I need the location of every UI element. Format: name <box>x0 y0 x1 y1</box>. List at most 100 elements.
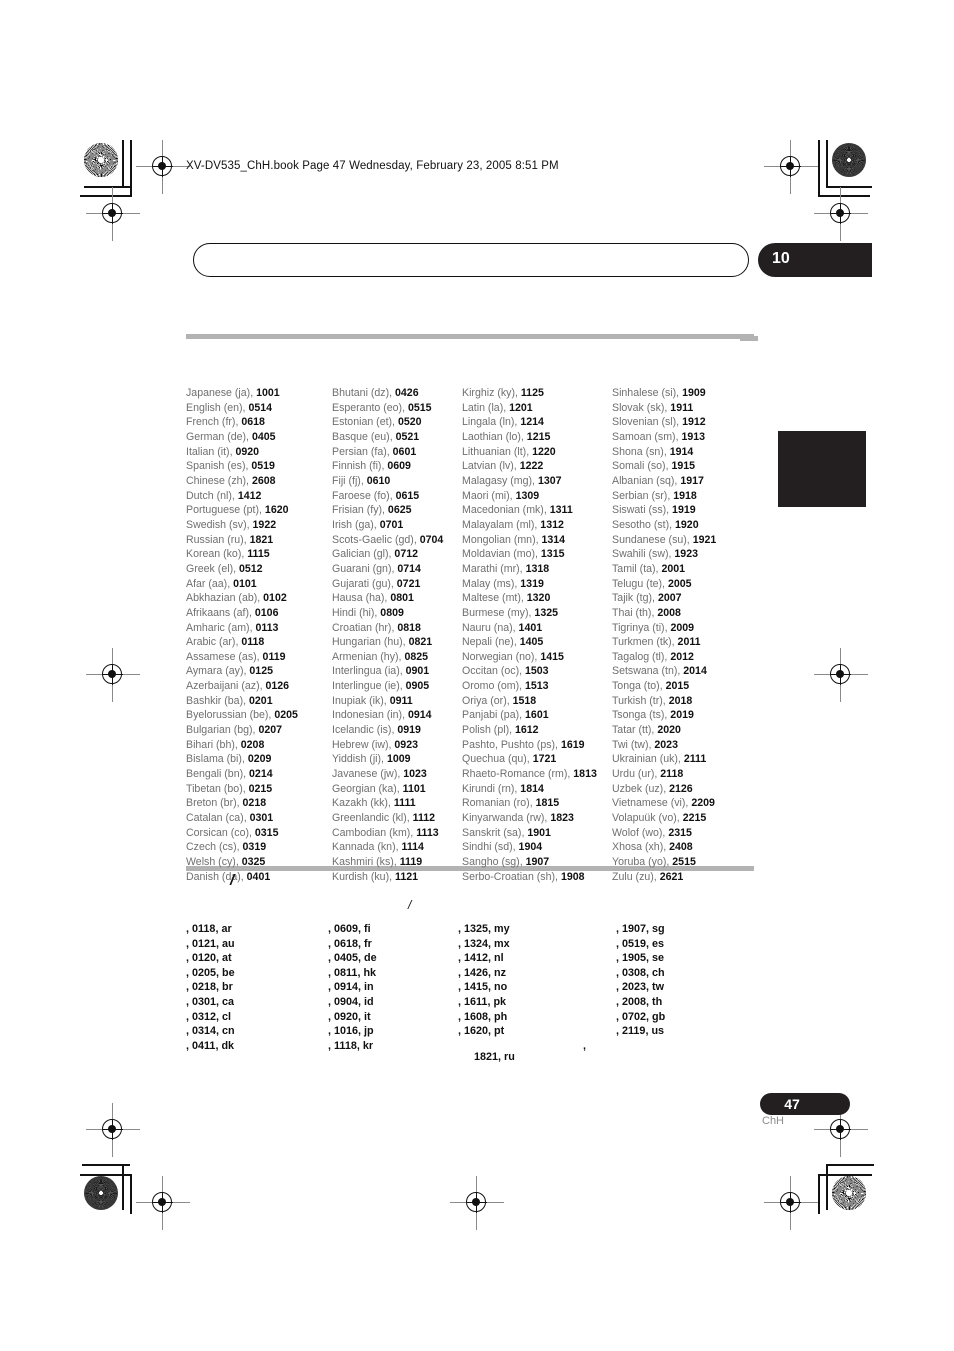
language-code: 1112 <box>412 812 436 825</box>
language-entry: Sinhalese (si), 1909 <box>612 386 764 401</box>
registration-target-left-upper <box>86 187 140 241</box>
printed-page: XV-DV535_ChH.book Page 47 Wednesday, Feb… <box>0 0 954 1351</box>
country-abbr: it <box>364 1010 371 1023</box>
language-entry: Kazakh (kk), 1111 <box>332 796 462 811</box>
language-name: Bulgarian (bg), <box>186 724 256 737</box>
language-code: 1814 <box>520 782 544 795</box>
language-code: 1312 <box>540 518 564 531</box>
country-entry: , 2119, us <box>616 1025 665 1038</box>
language-entry: Hindi (hi), 0809 <box>332 606 462 621</box>
language-code: 2001 <box>661 562 686 575</box>
language-name: Maori (mi), <box>462 489 513 502</box>
language-entry: Volapuük (vo), 2215 <box>612 811 764 826</box>
language-entry: Faroese (fo), 0615 <box>332 489 462 504</box>
crop-line-top-left-v2 <box>130 140 132 196</box>
language-code: 0319 <box>242 841 267 854</box>
language-entry: Breton (br), 0218 <box>186 796 332 811</box>
country-abbr: ph <box>494 1010 508 1023</box>
country-separator: , <box>328 1039 331 1052</box>
country-code: 0120 <box>192 952 217 965</box>
country-entry: , 1016, jp <box>328 1025 374 1038</box>
country-code: 2023 <box>622 981 647 994</box>
language-entry: Russian (ru), 1821 <box>186 533 332 548</box>
language-code: 2023 <box>654 738 678 751</box>
language-name: Sanskrit (sa), <box>462 826 525 839</box>
language-name: Faroese (fo), <box>332 489 393 502</box>
language-entry: Galician (gl), 0712 <box>332 547 462 562</box>
country-abbr: de <box>364 952 377 965</box>
country-abbr: us <box>651 1025 665 1038</box>
language-entry: Burmese (my), 1325 <box>462 606 612 621</box>
country-abbr: dk <box>221 1039 235 1052</box>
language-code: 0601 <box>392 445 417 458</box>
language-name: Bhutani (dz), <box>332 387 393 399</box>
language-name: Tajik (tg), <box>612 592 655 605</box>
language-code: 0214 <box>249 768 273 781</box>
language-name: Tagalog (tl), <box>612 650 668 663</box>
language-name: Afar (aa), <box>186 577 231 590</box>
language-name: Somali (so), <box>612 460 669 473</box>
language-name: Sindhi (sd), <box>462 841 516 854</box>
language-code: 0208 <box>240 738 265 751</box>
language-name: Tsonga (ts), <box>612 709 668 722</box>
language-name: Korean (ko), <box>186 548 245 561</box>
language-code: 0610 <box>366 474 391 487</box>
registration-target-right-lower <box>814 1103 868 1157</box>
language-code: 2005 <box>667 577 692 590</box>
language-entry: Marathi (mr), 1318 <box>462 562 612 577</box>
language-entry: Shona (sn), 1914 <box>612 445 764 460</box>
language-code: 0125 <box>249 665 273 678</box>
language-entry: Catalan (ca), 0301 <box>186 811 332 826</box>
language-code: 0920 <box>235 445 260 458</box>
language-code: 1125 <box>520 387 544 399</box>
country-code: 0618 <box>334 937 359 950</box>
crop-line-bottom-left-h2 <box>80 1174 132 1176</box>
country-separator: , <box>328 1010 331 1023</box>
country-entry: , 2008, th <box>616 995 663 1008</box>
language-entry: Norwegian (no), 1415 <box>462 650 612 665</box>
page-number-pill: 47 <box>760 1093 850 1115</box>
language-code: 2111 <box>683 753 707 766</box>
language-code: 0201 <box>249 694 273 707</box>
language-entry: Esperanto (eo), 0515 <box>332 401 462 416</box>
country-separator: , <box>186 952 189 965</box>
language-code: 1821 <box>249 533 274 546</box>
language-code: 1513 <box>525 680 549 693</box>
country-column-4: , 1907, sg, 0519, es, 1905, se, 0308, ch… <box>616 922 764 1053</box>
language-entry: Kirghiz (ky), 1125 <box>462 386 612 401</box>
language-code: 1214 <box>520 416 544 429</box>
language-entry: Bislama (bi), 0209 <box>186 752 332 767</box>
language-entry: Telugu (te), 2005 <box>612 577 764 592</box>
country-abbr: jp <box>364 1025 374 1038</box>
language-entry: Setswana (tn), 2014 <box>612 664 764 679</box>
language-code: 1612 <box>515 724 539 737</box>
language-name: Welsh (cy), <box>186 856 239 868</box>
language-entry: Sanskrit (sa), 1901 <box>462 826 612 841</box>
language-code: 1922 <box>252 518 277 531</box>
language-entry: Dutch (nl), 1412 <box>186 489 332 504</box>
crop-line-top-right-v2 <box>818 140 820 196</box>
country-separator: , <box>616 995 619 1008</box>
language-entry: Panjabi (pa), 1601 <box>462 708 612 723</box>
language-code: 1215 <box>526 430 551 443</box>
language-entry: Ukrainian (uk), 2111 <box>612 752 764 767</box>
language-code: 1320 <box>526 592 551 605</box>
divider-rule-tab <box>740 336 758 341</box>
language-entry: Nepali (ne), 1405 <box>462 635 612 650</box>
language-code: 1904 <box>518 841 543 854</box>
country-separator: , <box>328 937 331 950</box>
language-code: 1813 <box>573 768 597 781</box>
language-name: Catalan (ca), <box>186 812 247 825</box>
country-separator: , <box>616 1025 619 1038</box>
country-entry: , 0308, ch <box>616 966 665 979</box>
language-code: 0102 <box>263 592 287 605</box>
country-separator: , <box>458 981 461 994</box>
language-entry: Spanish (es), 0519 <box>186 459 332 474</box>
crop-line-bottom-right-h <box>826 1164 874 1166</box>
language-name: Norwegian (no), <box>462 650 538 663</box>
language-code: 0514 <box>248 401 273 414</box>
country-separator: , <box>328 966 331 979</box>
language-entry: Azerbaijani (az), 0126 <box>186 679 332 694</box>
language-entry: Scots-Gaelic (gd), 0704 <box>332 533 462 548</box>
country-code: 1620 <box>464 1025 489 1038</box>
